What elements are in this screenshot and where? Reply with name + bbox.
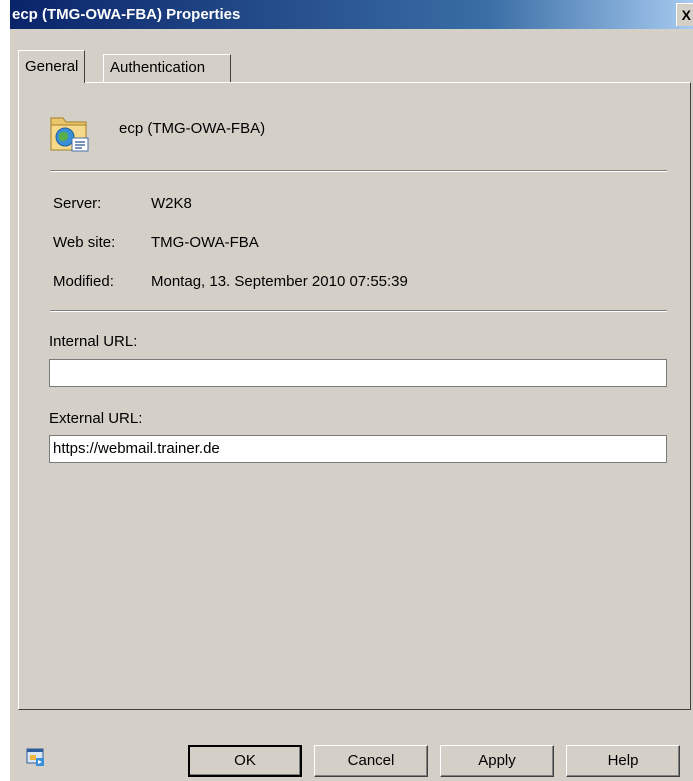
tab-authentication[interactable]: Authentication [103,54,231,82]
website-value: TMG-OWA-FBA [151,234,259,251]
console-icon [26,747,46,767]
app-name: ecp (TMG-OWA-FBA) [119,120,266,137]
internal-url-field[interactable] [49,359,667,387]
server-label: Server: [53,195,102,212]
divider-bottom [50,310,667,312]
help-button[interactable]: Help [566,745,680,777]
apply-button[interactable]: Apply [440,745,554,777]
title-bar[interactable]: ecp (TMG-OWA-FBA) Properties X [10,0,693,29]
cancel-button[interactable]: Cancel [314,745,428,777]
window-title: ecp (TMG-OWA-FBA) Properties [12,6,241,23]
modified-label: Modified: [53,273,114,290]
server-value: W2K8 [151,195,192,212]
divider-top [50,170,667,172]
tab-general[interactable]: General [18,50,86,83]
external-url-field[interactable]: https://webmail.trainer.de [49,435,667,463]
ok-button[interactable]: OK [188,745,302,777]
web-folder-icon [48,110,92,154]
internal-url-label: Internal URL: [49,333,138,350]
modified-value: Montag, 13. September 2010 07:55:39 [151,273,408,290]
tab-panel-general [18,82,691,710]
website-label: Web site: [53,234,116,251]
properties-dialog: ecp (TMG-OWA-FBA) Properties X General A… [10,0,693,781]
external-url-label: External URL: [49,410,143,427]
close-button[interactable]: X [676,3,693,26]
